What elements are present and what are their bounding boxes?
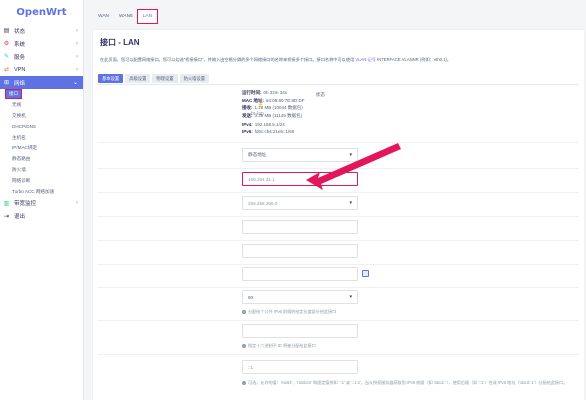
sidebar-item-logout[interactable]: ⇥ 退出 bbox=[0, 210, 83, 223]
info-icon: i bbox=[242, 380, 246, 385]
chevron-right-icon: › bbox=[76, 200, 78, 207]
sidebar-item-label: 系统 bbox=[14, 41, 26, 48]
vlan-link[interactable]: VLAN 记号 bbox=[355, 57, 375, 62]
vpn-icon: ⇄ bbox=[3, 67, 10, 73]
ipv6-suffix-input[interactable]: ::1 bbox=[242, 360, 358, 374]
logout-icon: ⇥ bbox=[3, 213, 10, 220]
protocol-select[interactable]: 静态地址 bbox=[242, 148, 358, 162]
services-icon: ✎ bbox=[3, 54, 10, 60]
status-icon: ▤ bbox=[3, 28, 10, 34]
divider bbox=[98, 354, 579, 355]
dns-input[interactable] bbox=[242, 267, 358, 281]
sidebar: OpenWrt ▤ 状态 › ⚙ 系统 › ✎ 服务 › ⇄ VPN › ⊞ 网… bbox=[0, 0, 84, 400]
page-title: 接口 - LAN bbox=[100, 38, 140, 47]
netmask-select[interactable]: 255.255.255.0 bbox=[242, 196, 358, 210]
divider bbox=[98, 168, 579, 169]
sidebar-item-bandwidth[interactable]: ▥ 带宽监控 › bbox=[0, 197, 83, 210]
ipv6-hint-input[interactable] bbox=[242, 324, 358, 338]
info-icon: i bbox=[242, 343, 246, 348]
tab-firewall-settings[interactable]: 防火墙设置 bbox=[179, 74, 210, 83]
sidebar-sub-turbo-acc[interactable]: Turbo ACC 网络加速 bbox=[0, 186, 83, 197]
interface-card: 接口 - LAN 在此页面，您可以配置网络接口。您可以勾选"桥接接口"，并输入由… bbox=[93, 30, 584, 400]
sidebar-item-label: VPN bbox=[14, 66, 26, 73]
tab-wan6[interactable]: WAN6 bbox=[114, 10, 138, 23]
divider bbox=[98, 216, 579, 217]
sidebar-sub-hostnames[interactable]: 主机名 bbox=[0, 132, 83, 143]
bandwidth-icon: ▥ bbox=[3, 200, 10, 207]
sidebar-item-label: 网络 bbox=[14, 80, 26, 87]
ipv6-length-select[interactable]: 60 bbox=[242, 290, 358, 304]
ipv6-length-hint: i 分配给个公共 IPv6 前缀的给定长度部分给此接口 bbox=[242, 309, 337, 314]
sidebar-item-network[interactable]: ⊞ 网络 ⌄ bbox=[0, 76, 83, 89]
tab-physical-settings[interactable]: 物理设置 bbox=[152, 74, 178, 83]
sidebar-item-system[interactable]: ⚙ 系统 › bbox=[0, 37, 83, 50]
settings-tabs: 基本设置 高级设置 物理设置 防火墙设置 bbox=[98, 74, 211, 83]
gear-icon: ⚙ bbox=[3, 41, 10, 47]
divider bbox=[98, 287, 579, 288]
sidebar-sub-interfaces[interactable]: 接口 bbox=[0, 88, 83, 100]
divider bbox=[98, 142, 579, 143]
sidebar-item-services[interactable]: ✎ 服务 › bbox=[0, 50, 83, 63]
tab-advanced-settings[interactable]: 高级设置 bbox=[125, 74, 151, 83]
sidebar-item-label: 服务 bbox=[14, 54, 26, 61]
info-icon: i bbox=[242, 309, 246, 314]
sidebar-item-label: 带宽监控 bbox=[14, 201, 37, 208]
tab-basic-settings[interactable]: 基本设置 bbox=[98, 74, 124, 83]
sidebar-item-status[interactable]: ▤ 状态 › bbox=[0, 24, 83, 37]
tab-wan[interactable]: WAN bbox=[93, 10, 114, 23]
sidebar-sub-diagnostics[interactable]: 网络诊断 bbox=[0, 175, 83, 186]
tab-lan[interactable]: LAN bbox=[136, 8, 159, 24]
sidebar-sub-firewall[interactable]: 防火墙 bbox=[0, 165, 83, 176]
tabs-divider bbox=[98, 84, 579, 85]
divider bbox=[98, 240, 579, 241]
sidebar-sub-switch[interactable]: 交换机 bbox=[0, 111, 83, 122]
sidebar-sub-dhcp-dns[interactable]: DHCP/DNS bbox=[0, 121, 83, 132]
network-icon: ⊞ bbox=[3, 80, 10, 86]
divider bbox=[98, 320, 579, 321]
sidebar-sub-wireless[interactable]: 无线 bbox=[0, 100, 83, 111]
sidebar-item-vpn[interactable]: ⇄ VPN › bbox=[0, 63, 83, 76]
ipv4-address-input[interactable]: 169.254.31.1 bbox=[242, 172, 358, 186]
chevron-right-icon: › bbox=[76, 53, 78, 60]
add-dns-icon[interactable] bbox=[362, 270, 369, 277]
divider bbox=[98, 264, 579, 265]
divider bbox=[98, 192, 579, 193]
chevron-right-icon: › bbox=[76, 66, 78, 73]
chevron-right-icon: › bbox=[76, 40, 78, 47]
sidebar-sub-static-routes[interactable]: 静态路由 bbox=[0, 154, 83, 165]
chevron-right-icon: › bbox=[76, 27, 78, 34]
sidebar-item-label: 退出 bbox=[14, 214, 26, 221]
status-details: 运行时间: 0h 32m 34s MAC 地址: 64:09:80:7E:8D:DF… bbox=[242, 89, 305, 135]
sidebar-sub-ip-mac-binding[interactable]: IP/MAC绑定 bbox=[0, 143, 83, 154]
page-description: 在此页面，您可以配置网络接口。您可以勾选"桥接接口"，并输入由空格分隔的多个网络… bbox=[100, 57, 452, 62]
chevron-down-icon: ⌄ bbox=[72, 80, 78, 86]
broadcast-input[interactable] bbox=[242, 244, 358, 258]
ipv6-hint-hint: i 指定十六进制子 ID 将被分配给此接口 bbox=[242, 343, 316, 348]
gateway-input[interactable] bbox=[242, 220, 358, 234]
interface-tabs: WAN WAN6 LAN bbox=[93, 8, 159, 24]
ipv6-suffix-hint: i 可选。允许的值：'eui64'、'random' 和固定值例如 '::1' 或… bbox=[242, 380, 568, 385]
status-label: 状态 bbox=[315, 92, 325, 97]
openwrt-logo: OpenWrt bbox=[16, 6, 67, 18]
sidebar-item-label: 状态 bbox=[14, 28, 26, 35]
